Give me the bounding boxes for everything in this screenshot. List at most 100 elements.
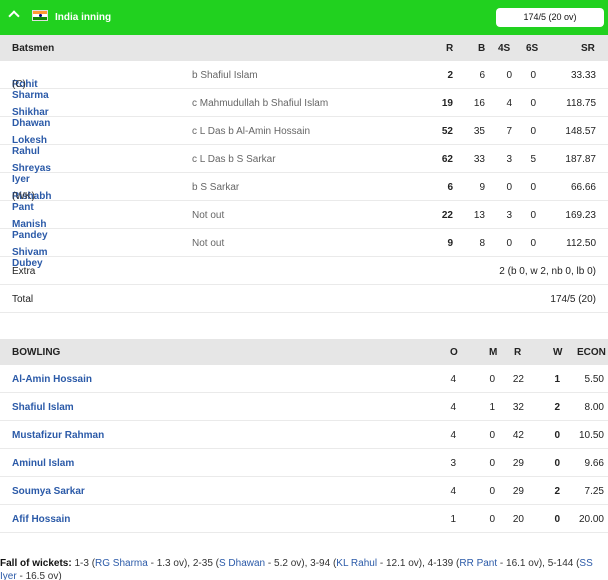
wickets-cell: 0 <box>554 430 560 441</box>
strike-rate-cell: 66.66 <box>570 182 596 193</box>
extras-row: Extra 2 (b 0, w 2, nb 0, lb 0) <box>0 257 608 285</box>
extras-label: Extra <box>12 266 36 277</box>
col-o: O <box>450 347 458 358</box>
table-row: Afif Hossain 1 0 20 0 20.00 <box>0 505 608 533</box>
sixes-cell: 0 <box>530 238 536 249</box>
fall-of-wickets-label: Fall of wickets: <box>0 558 72 569</box>
col-6s: 6S <box>526 43 539 54</box>
fow-over: 5.2 ov <box>274 558 302 569</box>
india-flag-icon <box>32 10 48 21</box>
fours-cell: 3 <box>506 154 512 165</box>
maidens-cell: 0 <box>489 374 495 385</box>
overs-cell: 4 <box>450 486 456 497</box>
economy-cell: 7.25 <box>584 486 604 497</box>
runs-cell: 6 <box>447 182 453 193</box>
total-value: 174/5 (20) <box>550 294 596 305</box>
table-row: Rohit Sharma (C) b Shafiul Islam 2 6 0 0 33.33 <box>0 61 608 101</box>
sixes-cell: 0 <box>530 70 536 81</box>
bowler-name[interactable]: Soumya Sarkar <box>12 486 85 497</box>
col-4s: 4S <box>498 43 511 54</box>
dismissal-text: Not out <box>192 238 225 249</box>
runs-cell: 52 <box>441 126 453 137</box>
extras-value: 2 (b 0, w 2, nb 0, lb 0) <box>499 266 596 277</box>
runs-cell: 62 <box>441 154 453 165</box>
col-b: B <box>478 43 486 54</box>
bowler-name[interactable]: Shafiul Islam <box>12 402 74 413</box>
wickets-cell: 1 <box>554 374 560 385</box>
overs-cell: 4 <box>450 374 456 385</box>
fours-cell: 0 <box>506 238 512 249</box>
runs-conceded-cell: 32 <box>512 402 524 413</box>
strike-rate-cell: 169.23 <box>565 210 596 221</box>
fow-score: 5-144 <box>547 558 574 569</box>
innings-score-badge: 174/5 (20 ov) <box>496 8 604 27</box>
dismissal-text: c L Das b S Sarkar <box>192 154 276 165</box>
overs-cell: 3 <box>450 458 456 469</box>
table-row: Rishabh Pant (WK) b S Sarkar 6 9 0 0 66.66 <box>0 173 608 213</box>
col-runs: R <box>514 347 522 358</box>
runs-conceded-cell: 22 <box>512 374 524 385</box>
strike-rate-cell: 33.33 <box>570 70 596 81</box>
fow-over: 12.1 ov <box>385 558 419 569</box>
economy-cell: 8.00 <box>584 402 604 413</box>
batting-header: Batsmen R B 4S 6S SR <box>0 35 608 61</box>
fow-batsman-link[interactable]: RG Sharma <box>95 558 148 569</box>
balls-cell: 16 <box>473 98 485 109</box>
maidens-cell: 1 <box>489 402 495 413</box>
chevron-up-icon[interactable] <box>8 10 20 22</box>
fours-cell: 0 <box>506 70 512 81</box>
table-row: Shikhar Dhawan c Mahmudullah b Shafiul Is… <box>0 89 608 129</box>
bowler-name[interactable]: Mustafizur Rahman <box>12 430 104 441</box>
balls-cell: 33 <box>473 154 485 165</box>
sixes-cell: 0 <box>530 126 536 137</box>
table-row: Lokesh Rahul c L Das b Al-Amin Hossain 52 3… <box>0 117 608 157</box>
fow-score: 1-3 <box>74 558 89 569</box>
table-row: Shreyas Iyer c L Das b S Sarkar 62 33 3 5 187.… <box>0 145 608 185</box>
fours-cell: 0 <box>506 182 512 193</box>
runs-cell: 2 <box>447 70 453 81</box>
total-label: Total <box>12 294 34 305</box>
balls-cell: 8 <box>479 238 485 249</box>
fours-cell: 4 <box>506 98 512 109</box>
bowling-title: BOWLING <box>12 347 61 358</box>
runs-cell: 19 <box>441 98 453 109</box>
economy-cell: 10.50 <box>578 430 604 441</box>
fow-over: 1.3 ov <box>156 558 184 569</box>
wickets-cell: 0 <box>554 458 560 469</box>
dismissal-text: c L Das b Al-Amin Hossain <box>192 126 311 137</box>
fow-over: 16.5 ov <box>25 571 59 580</box>
innings-header-bar[interactable]: India inning 174/5 (20 ov) <box>0 0 608 35</box>
fow-score: 3-94 <box>310 558 331 569</box>
runs-conceded-cell: 29 <box>512 486 524 497</box>
maidens-cell: 0 <box>489 514 495 525</box>
table-row: Al-Amin Hossain 4 0 22 1 5.50 <box>0 365 608 393</box>
sixes-cell: 0 <box>530 210 536 221</box>
balls-cell: 6 <box>479 70 485 81</box>
economy-cell: 5.50 <box>584 374 604 385</box>
table-row: Shivam Dubey Not out 9 8 0 0 112.50 <box>0 229 608 269</box>
bowler-name[interactable]: Afif Hossain <box>12 514 70 525</box>
fow-batsman-link[interactable]: KL Rahul <box>336 558 377 569</box>
col-w: W <box>553 347 563 358</box>
col-sr: SR <box>581 43 595 54</box>
maidens-cell: 0 <box>489 486 495 497</box>
wickets-cell: 0 <box>554 514 560 525</box>
dismissal-text: Not out <box>192 210 225 221</box>
col-r: R <box>446 43 454 54</box>
balls-cell: 13 <box>473 210 485 221</box>
strike-rate-cell: 118.75 <box>566 98 596 109</box>
bowler-name[interactable]: Al-Amin Hossain <box>12 374 92 385</box>
bowler-name[interactable]: Aminul Islam <box>12 458 74 469</box>
fow-batsman-link[interactable]: S Dhawan <box>219 558 265 569</box>
col-econ: ECON <box>577 347 606 358</box>
fow-score: 4-139 <box>427 558 454 569</box>
table-row: Aminul Islam 3 0 29 0 9.66 <box>0 449 608 477</box>
strike-rate-cell: 148.57 <box>565 126 596 137</box>
total-row: Total 174/5 (20) <box>0 285 608 313</box>
innings-title: India inning <box>55 12 112 23</box>
dismissal-text: c Mahmudullah b Shafiul Islam <box>192 98 329 109</box>
overs-cell: 1 <box>450 514 456 525</box>
dismissal-text: b S Sarkar <box>192 182 240 193</box>
col-m: M <box>489 347 498 358</box>
fow-batsman-link[interactable]: RR Pant <box>459 558 497 569</box>
